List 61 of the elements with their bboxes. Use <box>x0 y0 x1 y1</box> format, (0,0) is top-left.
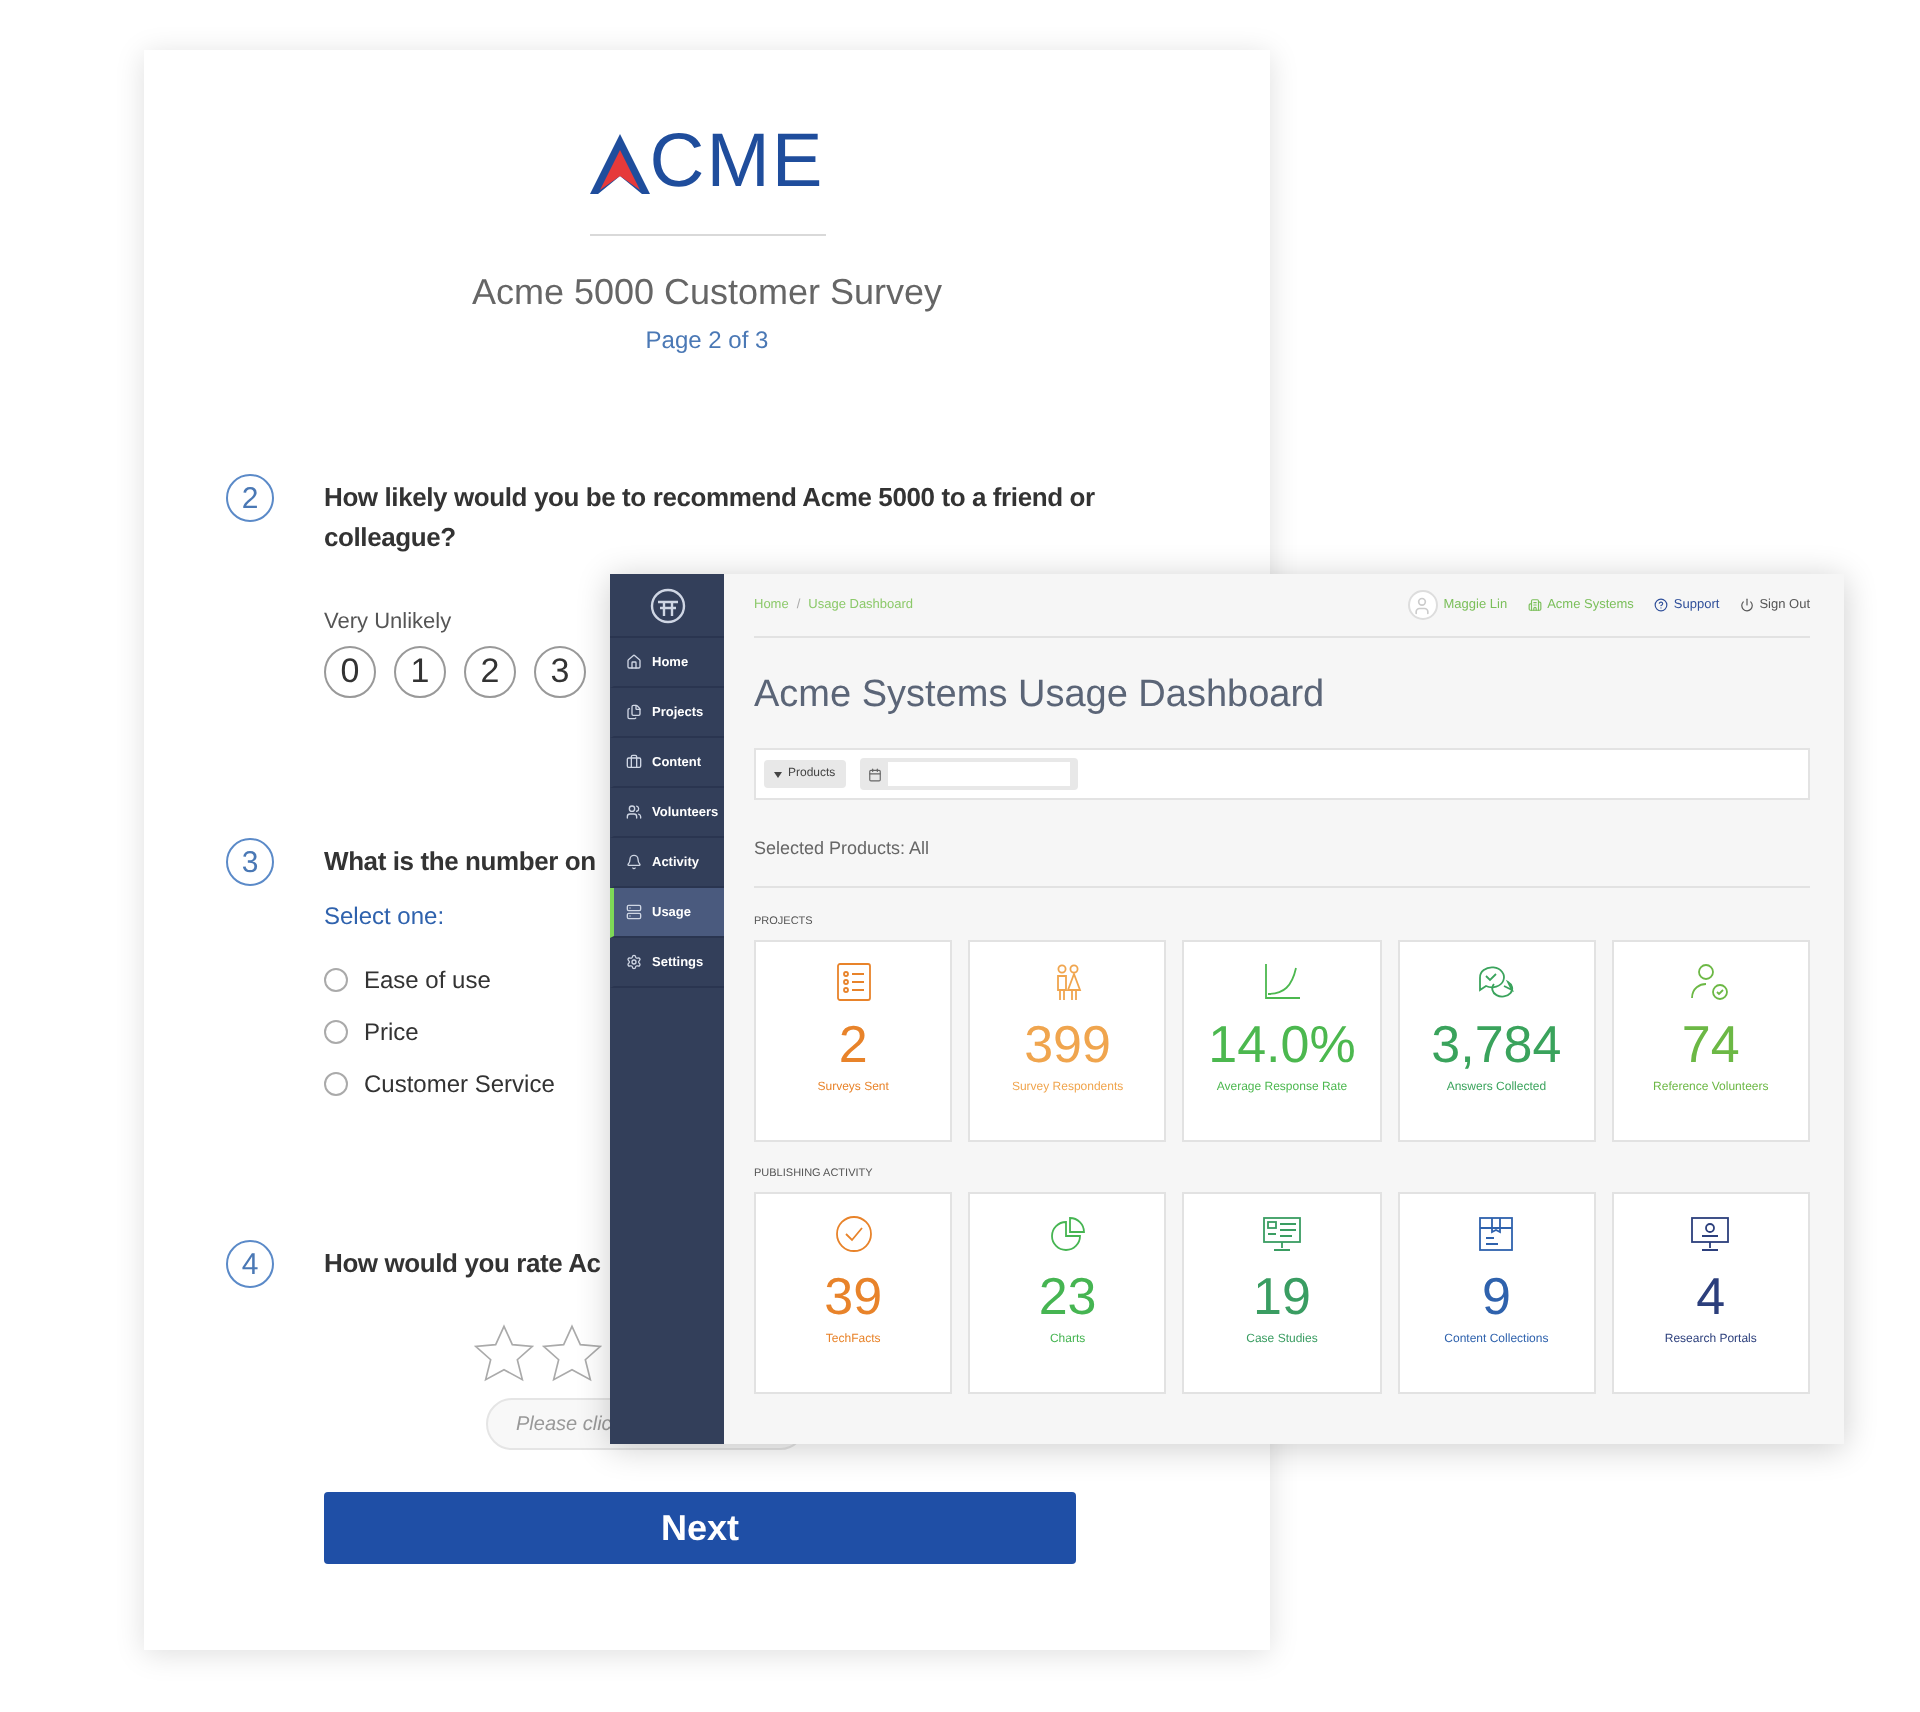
stat-value: 14.0% <box>1208 1014 1356 1074</box>
person-check-icon <box>1690 962 1731 1002</box>
stat-value: 399 <box>1024 1014 1111 1074</box>
nav-icon <box>626 954 642 970</box>
scale-option[interactable]: 1 <box>394 646 446 698</box>
monitor-icon <box>1690 1214 1731 1254</box>
question-number: 2 <box>226 474 274 522</box>
logo-mark-icon <box>589 134 650 194</box>
star-icon[interactable] <box>474 1324 534 1382</box>
next-button[interactable]: Next <box>324 1492 1076 1564</box>
stat-value: 23 <box>1038 1266 1097 1326</box>
radio-button[interactable] <box>324 1072 348 1096</box>
nav-icon <box>626 654 642 670</box>
survey-title: Acme 5000 Customer Survey <box>469 272 945 314</box>
stat-value: 19 <box>1253 1266 1311 1326</box>
page-title: Acme Systems Usage Dashboard <box>754 674 1327 718</box>
help-icon <box>1653 598 1668 612</box>
question-number: 4 <box>226 1240 274 1288</box>
pie-chart-icon <box>1047 1214 1088 1254</box>
select-prompt: Select one: <box>324 902 445 930</box>
radio-button[interactable] <box>324 968 348 992</box>
stat-value: 9 <box>1481 1266 1511 1326</box>
stat-value: 74 <box>1681 1014 1740 1074</box>
building-icon <box>1527 598 1542 612</box>
stat-value: 2 <box>838 1014 868 1074</box>
scale-label: Very Unlikely <box>324 610 452 634</box>
logo-text: CME <box>649 130 825 194</box>
scale-option[interactable]: 0 <box>324 646 376 698</box>
option-label: Price <box>364 1018 419 1046</box>
stat-value: 39 <box>824 1266 883 1326</box>
monitor-icon <box>1261 1214 1302 1254</box>
user-avatar-icon <box>1412 595 1433 615</box>
option-label: Customer Service <box>364 1070 555 1098</box>
selected-products: Selected Products: All <box>754 838 1810 888</box>
stat-value: 4 <box>1696 1266 1726 1326</box>
chat-bubbles-icon <box>1476 962 1517 1002</box>
scale-option[interactable]: 2 <box>464 646 516 698</box>
power-icon <box>1739 598 1754 612</box>
question-text: How would you rate Ac <box>324 1246 601 1282</box>
question-text: What is the number on <box>324 844 596 880</box>
question-number: 3 <box>226 838 274 886</box>
nav-icon <box>626 804 642 820</box>
option-label: Ease of use <box>364 966 491 994</box>
calendar-icon <box>867 767 882 781</box>
caret-icon <box>774 771 782 777</box>
nav-icon <box>626 854 642 870</box>
star-icon[interactable] <box>542 1324 602 1382</box>
nav-icon <box>626 754 642 770</box>
page-indicator: Page 2 of 3 <box>643 326 771 354</box>
stat-value: 3,784 <box>1431 1014 1562 1074</box>
question-text: How likely would you be to recommend Acme 5000 to a friend or colleague? <box>324 480 1097 556</box>
radio-button[interactable] <box>324 1020 348 1044</box>
growth-curve-icon <box>1261 962 1302 1002</box>
logo-icon <box>649 587 685 623</box>
check-circle-icon <box>833 1214 874 1254</box>
date-field[interactable] <box>859 758 1078 790</box>
checklist-icon <box>833 962 874 1002</box>
nav-icon <box>626 904 642 920</box>
nav-icon <box>626 704 642 720</box>
box-icon <box>1476 1214 1517 1254</box>
scale-option[interactable]: 3 <box>534 646 586 698</box>
